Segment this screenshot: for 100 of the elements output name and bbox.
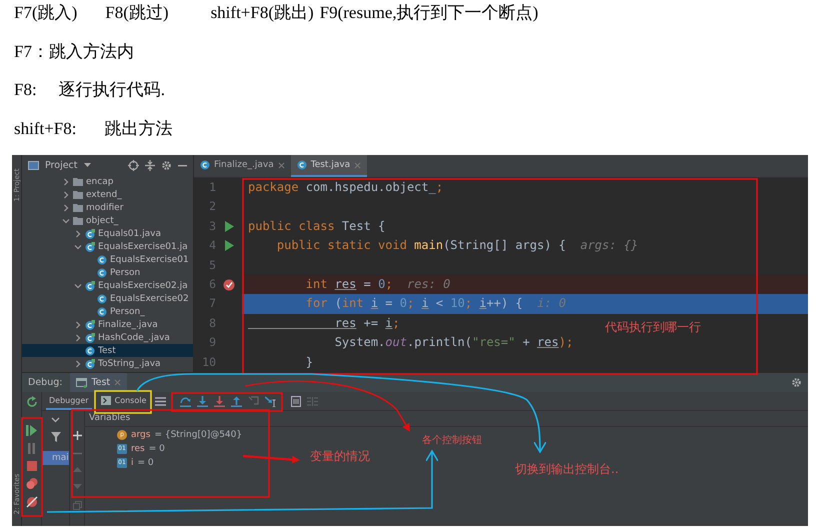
variable-name[interactable]: i <box>131 458 134 468</box>
rerun-icon[interactable] <box>26 396 38 408</box>
resume-icon[interactable] <box>26 425 37 436</box>
filter-icon[interactable] <box>50 432 60 442</box>
minimize-icon[interactable] <box>178 164 187 166</box>
annotation-text: 代码执行到哪一行 <box>605 319 701 336</box>
line-number: 8 <box>208 314 216 332</box>
down-arrow-icon[interactable] <box>197 396 208 406</box>
chevron-icon[interactable] <box>74 360 82 368</box>
tree-item[interactable]: Equals01.java <box>22 227 193 240</box>
annotation-text: 各个控制按钮 <box>422 434 482 447</box>
line-number: 7 <box>208 295 216 312</box>
menu-icon[interactable] <box>155 396 166 406</box>
class-file-icon <box>85 358 95 368</box>
tree-item[interactable]: Finalize_.java <box>22 318 193 331</box>
class-icon <box>200 160 210 170</box>
tree-item[interactable]: EqualsExercise01.ja <box>22 240 193 253</box>
chevron-icon[interactable] <box>62 190 70 198</box>
chevron-icon[interactable] <box>62 178 70 186</box>
tree-item[interactable]: Person <box>22 266 193 279</box>
class-icon <box>97 268 107 278</box>
run-icon[interactable] <box>224 240 234 252</box>
caret-icon[interactable] <box>84 162 91 168</box>
calculator-icon[interactable] <box>291 396 302 406</box>
variable-value: = {String[0]@540} <box>154 430 242 440</box>
code-line: public static void main(String[] args) { args: {} <box>276 237 638 254</box>
class-file-icon <box>85 280 95 290</box>
shortcut-text: F8(跳过) <box>105 2 169 24</box>
breakpoint-icon[interactable] <box>223 278 235 291</box>
chevron-icon[interactable] <box>62 216 70 224</box>
tree-item[interactable]: Person_ <box>22 305 193 318</box>
chevron-icon[interactable] <box>51 417 60 423</box>
editor-tab[interactable]: Test.java <box>290 155 368 177</box>
run-icon[interactable] <box>224 220 234 232</box>
tree-item[interactable]: EqualsExercise02.ja <box>22 279 193 292</box>
settings-icon[interactable] <box>161 160 172 170</box>
annotation-text: 切换到输出控制台.. <box>515 461 619 478</box>
stop-icon[interactable] <box>26 461 36 471</box>
console-icon <box>100 396 111 404</box>
tree-item[interactable]: ToString_.java <box>22 357 193 370</box>
chevron-icon[interactable] <box>62 204 70 212</box>
shortcut-key: F7： <box>14 38 49 64</box>
class-icon <box>97 306 107 316</box>
variables-header: Variables <box>85 411 808 427</box>
breakpoints-icon[interactable] <box>26 478 38 489</box>
variable-name[interactable]: args <box>131 430 150 440</box>
window-icon <box>28 160 39 170</box>
cursor-arrow-icon[interactable] <box>265 396 278 406</box>
tree-item[interactable]: object_ <box>22 214 193 227</box>
line-number: 9 <box>208 334 216 352</box>
code-line: System.out.println("res=" + res); <box>334 334 574 352</box>
tree-item[interactable]: Test <box>22 344 193 357</box>
plus-icon[interactable] <box>72 431 82 440</box>
class-icon <box>296 160 307 170</box>
tree-item[interactable]: HashCode_.java <box>22 331 193 344</box>
up-arrow-icon[interactable] <box>231 396 242 406</box>
line-number: 5 <box>208 256 216 274</box>
shortcut-description: 跳入方法内 <box>48 40 134 62</box>
editor-tab[interactable]: Finalize_.java <box>194 155 291 177</box>
shortcut-key: F8: <box>14 77 37 103</box>
code-line: } <box>304 354 314 371</box>
class-file-icon <box>85 320 95 330</box>
line-number: 10 <box>201 354 216 371</box>
muted-breakpoint-icon[interactable] <box>26 496 38 508</box>
chevron-icon[interactable] <box>74 242 82 250</box>
line-number: 2 <box>208 198 216 216</box>
line-number: 1 <box>208 179 216 196</box>
tree-item[interactable]: EqualsExercise02 <box>22 292 193 305</box>
panel-title[interactable]: Project <box>45 160 78 170</box>
line-number: 3 <box>208 218 216 235</box>
annotation-text: 变量的情况 <box>310 448 370 465</box>
chevron-icon[interactable] <box>74 282 82 290</box>
tree-item[interactable]: encap <box>22 175 193 188</box>
chevron-icon[interactable] <box>74 334 82 342</box>
shortcut-text: F9(resume,执行到下一个断点) <box>320 2 538 24</box>
class-file-icon <box>85 332 95 342</box>
variable-name[interactable]: res <box>131 444 145 454</box>
collapse-icon[interactable] <box>145 160 155 170</box>
tree-item[interactable]: modifier <box>22 201 193 214</box>
tree-item[interactable]: extend_ <box>22 188 193 201</box>
debug-title: Debug: <box>28 377 62 388</box>
class-file-icon <box>85 228 95 238</box>
variable-value: = 0 <box>138 458 154 468</box>
window-icon <box>76 378 88 388</box>
tree-item[interactable]: EqualsExercise01 <box>22 253 193 266</box>
code-line: public class Test { <box>247 218 386 235</box>
settings-icon[interactable] <box>791 377 802 388</box>
curved-arrow-icon[interactable] <box>180 396 192 406</box>
chevron-icon[interactable] <box>74 320 82 328</box>
chevron-icon[interactable] <box>74 230 82 238</box>
pause-icon[interactable] <box>27 443 36 454</box>
class-icon <box>97 294 107 304</box>
debug-subtab[interactable]: Console <box>98 392 150 410</box>
close-icon[interactable] <box>278 162 285 168</box>
down-arrow-icon[interactable] <box>214 396 226 406</box>
crosshair-icon[interactable] <box>128 160 139 170</box>
code-line: package com.hspedu.object_; <box>247 179 444 196</box>
code-line: res += i; <box>334 314 400 332</box>
debug-session-tab[interactable]: Test <box>70 373 128 392</box>
line-number: 4 <box>208 237 216 254</box>
